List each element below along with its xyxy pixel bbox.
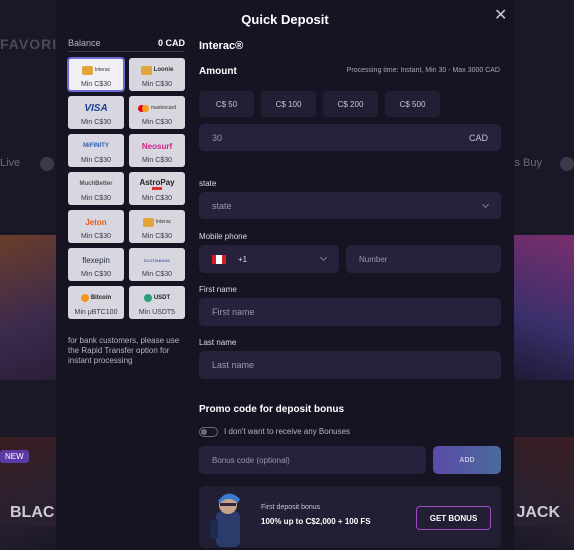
flexepin-logo: flexepin (82, 255, 110, 265)
balance-label: Balance (68, 38, 101, 48)
last-name-placeholder: Last name (212, 360, 255, 370)
state-select[interactable]: state (199, 192, 501, 219)
bonus-code-input[interactable]: Bonus code (optional) (199, 446, 426, 474)
state-placeholder: state (212, 200, 232, 211)
add-bonus-button[interactable]: ADD (433, 446, 501, 474)
balance-value: 0 CAD (158, 38, 186, 48)
amount-presets: C$ 50 C$ 100 C$ 200 C$ 500 (199, 91, 440, 117)
amount-value: 30 (212, 132, 223, 143)
method-mastercard[interactable]: mastercard Min C$30 (129, 96, 185, 129)
method-min: Min C$30 (142, 233, 172, 240)
method-mifinity[interactable]: MiFINITY Min C$30 (68, 134, 124, 167)
method-interac-2[interactable]: Interac Min C$30 (129, 210, 185, 243)
new-badge: NEW (0, 450, 29, 463)
chevron-down-icon (319, 253, 328, 262)
last-name-input[interactable]: Last name (199, 351, 501, 379)
bonus-subtitle: First deposit bonus (261, 504, 321, 511)
game-title-right: JACK (506, 500, 570, 526)
bank-logo: SCOTIABANK (143, 257, 171, 263)
amount-input[interactable]: 30 CAD (199, 124, 501, 151)
close-icon[interactable]: ✕ (494, 5, 507, 25)
method-loonie[interactable]: Loonie Min C$30 (129, 58, 185, 91)
canada-flag-icon (212, 254, 226, 264)
method-min: Min C$30 (81, 157, 111, 164)
bank-note: for bank customers, please use the Rapid… (68, 336, 180, 365)
method-min: Min C$30 (81, 233, 111, 240)
category-icon[interactable] (560, 157, 574, 171)
mifinity-logo: MiFINITY (83, 143, 109, 149)
modal-title: Quick Deposit (241, 12, 329, 27)
method-title: Interac® (199, 40, 244, 52)
category-icon[interactable] (40, 157, 54, 171)
method-min: Min C$30 (142, 195, 172, 202)
neosurf-logo: Neosurf (141, 141, 173, 151)
country-code-select[interactable]: +1 (199, 245, 339, 273)
loonie-logo: Loonie (129, 62, 185, 78)
astropay-logo: AstroPay (129, 176, 185, 192)
no-bonus-label: I don't want to receive any Bonuses (224, 427, 351, 436)
method-min: Min C$30 (81, 119, 111, 126)
method-neosurf[interactable]: Neosurf Min C$30 (129, 134, 185, 167)
method-min: Min C$30 (142, 81, 172, 88)
bonus-banner: First deposit bonus 100% up to C$2,000 +… (199, 486, 501, 548)
interac-logo: Interac (68, 62, 124, 78)
bonus-offer: 100% up to C$2,000 + 100 FS (261, 517, 371, 526)
method-min: Min USDT5 (138, 309, 176, 316)
method-usdt[interactable]: USDT Min USDT5 (129, 286, 185, 319)
usdt-logo: USDT (129, 290, 185, 306)
method-visa[interactable]: VISA Min C$30 (68, 96, 124, 129)
amount-label: Amount (199, 66, 237, 77)
method-muchbetter[interactable]: MuchBetter Min C$30 (68, 172, 124, 205)
last-name-label: Last name (199, 338, 237, 347)
jeton-logo: Jeton (85, 217, 107, 227)
amount-preset-button[interactable]: C$ 500 (385, 91, 440, 117)
payment-method-list: Interac Min C$30 Loonie Min C$30 VISA Mi… (67, 57, 186, 319)
no-bonus-toggle[interactable] (199, 427, 218, 437)
method-min: Min C$30 (142, 271, 172, 278)
method-min: Min μBTC100 (74, 309, 118, 316)
toggle-knob (201, 429, 207, 435)
game-thumbnail[interactable] (0, 235, 56, 380)
promo-title: Promo code for deposit bonus (199, 404, 345, 415)
method-astropay[interactable]: AstroPay Min C$30 (129, 172, 185, 205)
game-thumbnail[interactable] (514, 235, 574, 380)
country-code: +1 (238, 254, 248, 264)
amount-preset-button[interactable]: C$ 200 (323, 91, 378, 117)
divider (68, 51, 184, 52)
first-name-placeholder: First name (212, 307, 255, 317)
live-tab[interactable]: Live (0, 157, 20, 169)
hero-illustration (210, 493, 240, 547)
quick-deposit-modal: Quick Deposit ✕ Balance 0 CAD Interac Mi… (56, 0, 514, 550)
muchbetter-logo: MuchBetter (79, 181, 113, 187)
visa-logo: VISA (84, 102, 108, 114)
mastercard-logo: mastercard (129, 100, 185, 116)
processing-time: Processing time: Instant, Min 30 - Max 3… (346, 67, 500, 74)
game-thumbnail[interactable] (514, 437, 574, 550)
amount-preset-button[interactable]: C$ 50 (199, 91, 254, 117)
method-min: Min C$30 (142, 119, 172, 126)
first-name-label: First name (199, 285, 237, 294)
method-bitcoin[interactable]: Bitcoin Min μBTC100 (68, 286, 124, 319)
method-jeton[interactable]: Jeton Min C$30 (68, 210, 124, 243)
bonus-code-placeholder: Bonus code (optional) (212, 455, 290, 465)
phone-label: Mobile phone (199, 232, 248, 241)
chevron-down-icon (481, 200, 490, 208)
interac-logo: Interac (129, 214, 185, 230)
method-flexepin[interactable]: flexepin Min C$30 (68, 248, 124, 281)
method-scotiabank[interactable]: SCOTIABANK Min C$30 (129, 248, 185, 281)
first-name-input[interactable]: First name (199, 298, 501, 326)
method-min: Min C$30 (81, 81, 111, 88)
method-min: Min C$30 (81, 195, 111, 202)
amount-preset-button[interactable]: C$ 100 (261, 91, 316, 117)
phone-number-input[interactable]: Number (346, 245, 501, 273)
method-interac[interactable]: Interac Min C$30 (67, 57, 125, 92)
get-bonus-button[interactable]: GET BONUS (416, 506, 491, 530)
method-min: Min C$30 (81, 271, 111, 278)
currency-label: CAD (468, 132, 488, 143)
phone-placeholder: Number (359, 254, 388, 264)
game-title-left: BLAC (0, 500, 65, 526)
state-label: state (199, 179, 217, 188)
method-min: Min C$30 (142, 157, 172, 164)
bitcoin-logo: Bitcoin (68, 290, 124, 306)
